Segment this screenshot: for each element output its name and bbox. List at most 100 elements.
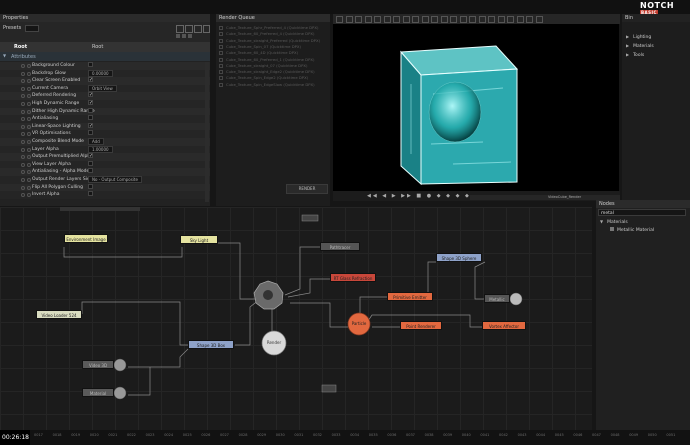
nodes-item-metallic-material[interactable]: Metallic Material (610, 227, 654, 233)
mini-icon-a[interactable] (176, 34, 180, 38)
toolbar-icon-1[interactable] (176, 25, 184, 33)
viewport-tool-icon[interactable] (488, 16, 495, 23)
viewport-tool-icon[interactable] (374, 16, 381, 23)
expose-toggle-icon[interactable] (27, 162, 31, 167)
node-particle-label[interactable]: Particle (346, 319, 372, 328)
property-row[interactable]: Current Camera Orbit View (0, 84, 210, 93)
property-row[interactable]: High Dynamic Range ✓ (0, 100, 210, 108)
bin-item-tools[interactable]: ▶ Tools (626, 52, 644, 58)
render-queue-item[interactable]: Cube_Texture_Spin_07 (Quicktime DPX) (219, 44, 327, 50)
render-queue-item[interactable]: Cube_Texture_straight_Edge2 (Quicktime D… (219, 69, 327, 75)
checkbox-icon[interactable] (219, 32, 223, 37)
node-graph[interactable]: Environment Image Sky Light Video Loader… (0, 207, 592, 433)
keyframe-toggle-icon[interactable] (21, 155, 25, 160)
expose-toggle-icon[interactable] (27, 140, 31, 144)
property-row[interactable]: Dither High Dynamic Range (0, 107, 210, 116)
render-queue-item[interactable]: Cube_Texture_Spin_Edge2 (Quicktime DPX) (219, 75, 327, 81)
node-pathtracer[interactable]: Pathtracer (320, 242, 360, 251)
toolbar-icon-3[interactable] (194, 25, 202, 33)
expose-toggle-icon[interactable] (27, 94, 31, 99)
viewport-tool-icon[interactable] (469, 16, 476, 23)
keyframe-toggle-icon[interactable] (21, 162, 25, 167)
checkbox-icon[interactable] (219, 76, 223, 81)
timeline-bar[interactable]: 00:26:18 0017 0018 0019 0020 0021 0022 0023 002… (0, 430, 690, 445)
toolbar-icon-4[interactable] (203, 25, 210, 33)
keyframe-toggle-icon[interactable] (21, 109, 25, 114)
viewport-tool-icon[interactable] (345, 16, 353, 23)
property-checkbox[interactable]: ✓ (88, 153, 93, 161)
render-queue-item[interactable]: Cube_Texture_Spin_EdgeSlow (Quicktime DP… (219, 82, 327, 88)
viewport-tool-icon[interactable] (412, 16, 419, 23)
viewport-tool-icon[interactable] (459, 16, 467, 23)
keyframe-toggle-icon[interactable] (21, 64, 25, 68)
render-queue-item[interactable]: Cube_Texture_Sphr_Preferred_4 (Quicktime… (219, 25, 327, 31)
keyframe-toggle-icon[interactable] (21, 193, 25, 198)
presets-dropdown[interactable] (25, 25, 39, 32)
keyframe-toggle-icon[interactable] (21, 79, 25, 84)
viewport-tool-icon[interactable] (478, 16, 486, 23)
viewport-tool-icon[interactable] (383, 16, 391, 23)
property-row[interactable]: Clear Screen Enabled ✓ (0, 77, 210, 85)
property-row[interactable]: Background Colour (0, 62, 210, 70)
expose-toggle-icon[interactable] (27, 185, 31, 190)
viewport-tool-icon[interactable] (450, 16, 457, 23)
expose-toggle-icon[interactable] (27, 71, 31, 76)
property-row[interactable]: View Layer Alpha (0, 160, 210, 169)
root-row[interactable]: Root Root (0, 42, 210, 52)
viewport-tool-icon[interactable] (364, 16, 372, 23)
keyframe-toggle-icon[interactable] (21, 178, 25, 182)
render-queue-item[interactable]: Cube_Texture_straight_07 (Quicktime DPX) (219, 63, 327, 69)
property-row[interactable]: VR Optimisations (0, 130, 210, 138)
checkbox-icon[interactable] (219, 51, 223, 56)
checkbox-icon[interactable] (219, 82, 223, 87)
property-checkbox[interactable]: ✓ (88, 92, 93, 100)
property-checkbox[interactable] (88, 191, 93, 200)
keyframe-toggle-icon[interactable] (21, 117, 25, 122)
keyframe-toggle-icon[interactable] (21, 132, 25, 137)
keyframe-toggle-icon[interactable] (21, 185, 25, 190)
viewport-tool-icon[interactable] (421, 16, 429, 23)
property-row[interactable]: Linear-Space Lighting ✓ (0, 122, 210, 131)
viewport-tool-icon[interactable] (507, 16, 514, 23)
expose-toggle-icon[interactable] (27, 64, 31, 68)
bin-item-materials[interactable]: ▶ Materials (626, 43, 654, 49)
node-render-label[interactable]: Render (262, 338, 286, 347)
node-rt-glass-refraction[interactable]: RT Glass Refraction (330, 273, 376, 282)
property-checkbox[interactable]: ✓ (88, 77, 93, 85)
property-row[interactable]: Output Premultiplied Alpha ✓ (0, 153, 210, 161)
mini-icon-b[interactable] (182, 34, 186, 38)
viewport-tool-icon[interactable] (497, 16, 505, 23)
expose-toggle-icon[interactable] (27, 178, 31, 182)
property-row[interactable]: Layer Alpha 1.00000 (0, 145, 210, 154)
property-row[interactable]: Flip All Polygon Culling (0, 183, 210, 192)
property-row[interactable]: Deferred Rendering ✓ (0, 92, 210, 100)
node-environment-image[interactable]: Environment Image (64, 234, 108, 243)
expose-toggle-icon[interactable] (27, 124, 31, 129)
viewport-tool-icon[interactable] (535, 16, 543, 23)
render-queue-item[interactable]: Cube_Texture_60_Preferred_1 (Quicktime D… (219, 57, 327, 63)
keyframe-toggle-icon[interactable] (21, 102, 25, 106)
nodes-category-materials[interactable]: ▼ Materials (600, 219, 628, 225)
checkbox-icon[interactable] (219, 57, 223, 62)
property-row[interactable]: Backdrop Glow 0.00000 (0, 69, 210, 78)
node-shape-3d-box[interactable]: Shape 3D Box (188, 340, 234, 349)
keyframe-toggle-icon[interactable] (21, 94, 25, 99)
expose-toggle-icon[interactable] (27, 102, 31, 106)
property-checkbox[interactable]: ✓ (88, 122, 93, 131)
property-row[interactable]: Composite Blend Mode Add (0, 138, 210, 146)
expose-toggle-icon[interactable] (27, 170, 31, 175)
node-vortex-affector[interactable]: Vortex Affector (482, 321, 526, 330)
render-button[interactable]: RENDER (286, 184, 328, 194)
render-queue-item[interactable]: Cube_Texture_60_Preferred_4 (Quicktime D… (219, 31, 327, 37)
expose-toggle-icon[interactable] (27, 86, 31, 91)
node-primitive-emitter[interactable]: Primitive Emitter (387, 292, 433, 301)
bin-item-lighting[interactable]: ▶ Lighting (626, 34, 651, 40)
properties-scrollbar[interactable] (205, 62, 209, 202)
viewport-tool-icon[interactable] (336, 16, 343, 23)
checkbox-icon[interactable] (219, 70, 223, 75)
node-shape-3d-sphere[interactable]: Shape 3D Sphere (436, 253, 482, 262)
transport-controls[interactable]: ◀◀ ◀ ▶ ▶▶ ■ ● ◆ ◆ ◆ ◆ (367, 193, 471, 199)
expose-toggle-icon[interactable] (27, 109, 31, 114)
node-metallic[interactable]: Metallic (484, 294, 510, 303)
property-row[interactable]: Invert Alpha (0, 191, 210, 199)
